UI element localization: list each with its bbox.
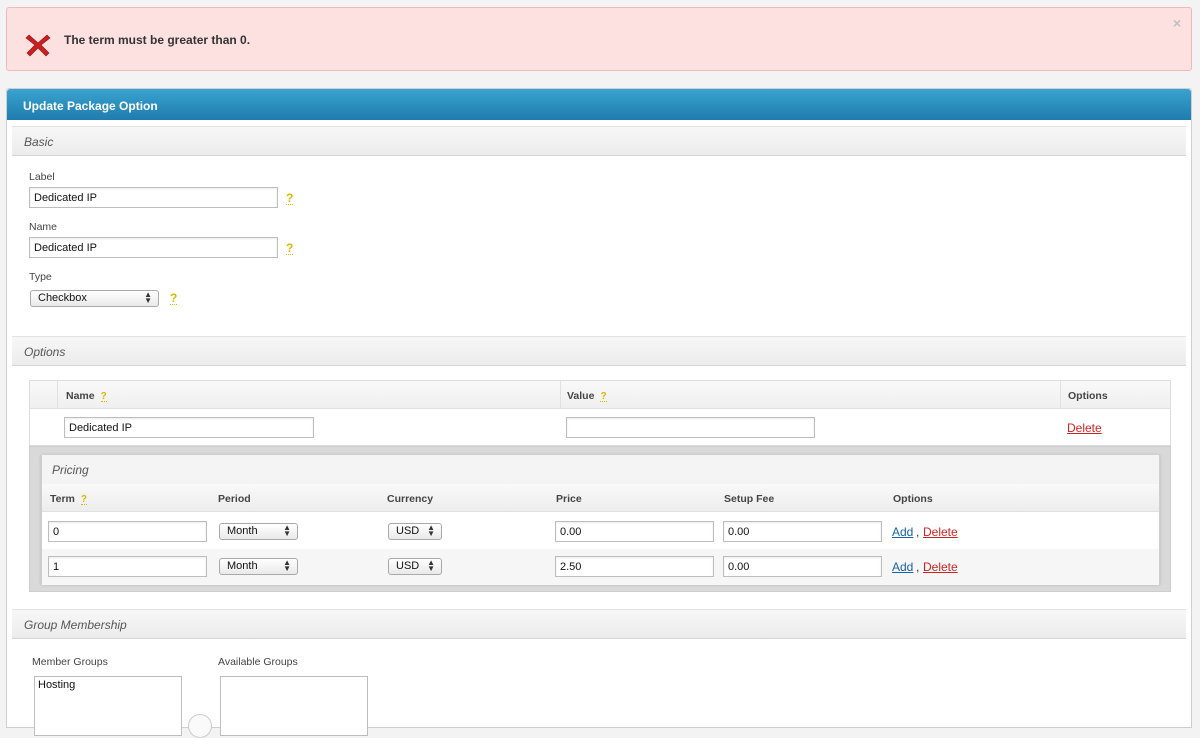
options-table: Name? Value? Options Delete [29,380,1171,446]
column-divider [560,381,561,409]
name-field-label: Name [29,221,58,233]
col-options-header: Options [1068,390,1108,402]
pricing-table: Pricing Term? Period Currency Price Setu… [41,454,1160,585]
pricing-container: Pricing Term? Period Currency Price Setu… [29,446,1171,592]
col-price-header: Price [556,493,582,505]
add-pricing-link[interactable]: Add [892,560,913,574]
available-groups-list[interactable] [220,676,368,736]
close-icon[interactable]: × [1173,15,1181,31]
currency-select[interactable]: USD ▲ ▼ [388,558,442,575]
pricing-row: Month ▲▼ USD ▲▼ Add, Delete [42,549,1159,585]
label-input[interactable] [29,187,278,208]
period-select[interactable]: Month ▲ ▼ [219,558,298,575]
column-divider [1060,381,1061,409]
error-x-icon [25,34,51,57]
col-period-header: Period [218,493,251,505]
currency-select[interactable]: USD ▲ ▼ [388,523,442,540]
pricing-row: Month ▲▼ USD ▲▼ Add, Delete [42,514,1159,550]
col-currency-header: Currency [387,493,434,505]
updown-arrows-icon: ▲ ▼ [144,290,152,305]
help-icon[interactable]: ? [286,192,294,205]
update-package-option-panel: Update Package Option Basic Label ? Name… [6,88,1192,738]
section-options: Options [12,336,1186,366]
column-divider [57,381,58,409]
link-separator: , [916,560,920,574]
label-field-label: Label [29,171,55,183]
help-icon[interactable]: ? [600,392,607,402]
currency-select-value: USD [396,525,420,537]
updown-arrows-icon: ▲ ▼ [283,523,291,538]
move-group-button[interactable] [188,714,212,738]
help-icon[interactable]: ? [80,495,88,505]
error-message: The term must be greater than 0. [64,33,251,47]
period-select-value: Month [227,560,258,572]
type-select[interactable]: Checkbox ▲ ▼ [30,290,159,307]
price-input[interactable] [555,556,714,577]
member-groups-label: Member Groups [32,656,108,668]
option-name-input[interactable] [64,417,314,438]
help-icon[interactable]: ? [100,392,107,402]
col-options-header: Options [893,493,933,505]
delete-pricing-link[interactable]: Delete [923,560,958,574]
section-group-membership: Group Membership [12,609,1186,639]
updown-arrows-icon: ▲ ▼ [427,523,435,538]
name-input[interactable] [29,237,278,258]
option-value-input[interactable] [566,417,815,438]
error-alert: The term must be greater than 0. × [6,7,1192,71]
member-groups-list[interactable]: Hosting [34,676,182,736]
term-input[interactable] [48,521,207,542]
col-setup-fee-header: Setup Fee [724,493,775,505]
link-separator: , [916,525,920,539]
col-name-header: Name? [66,390,107,402]
currency-select-value: USD [396,560,420,572]
col-value-header: Value? [567,390,607,402]
help-icon[interactable]: ? [170,292,178,305]
setup-fee-input[interactable] [723,556,882,577]
type-field-label: Type [29,271,52,283]
help-icon[interactable]: ? [286,242,294,255]
list-item[interactable]: Hosting [38,679,178,691]
updown-arrows-icon: ▲ ▼ [427,558,435,573]
section-basic: Basic [12,126,1186,156]
price-input[interactable] [555,521,714,542]
pricing-header: Term? Period Currency Price Setup Fee Op… [42,484,1159,512]
period-select-value: Month [227,525,258,537]
available-groups-label: Available Groups [218,656,298,668]
delete-pricing-link[interactable]: Delete [923,525,958,539]
panel-title: Update Package Option [7,89,1191,120]
term-input[interactable] [48,556,207,577]
add-pricing-link[interactable]: Add [892,525,913,539]
options-table-header: Name? Value? Options [30,381,1170,409]
type-select-value: Checkbox [38,292,87,304]
setup-fee-input[interactable] [723,521,882,542]
delete-option-link[interactable]: Delete [1067,421,1102,435]
updown-arrows-icon: ▲ ▼ [283,558,291,573]
period-select[interactable]: Month ▲ ▼ [219,523,298,540]
col-term-header: Term? [50,493,88,505]
pricing-title: Pricing [42,455,1159,484]
